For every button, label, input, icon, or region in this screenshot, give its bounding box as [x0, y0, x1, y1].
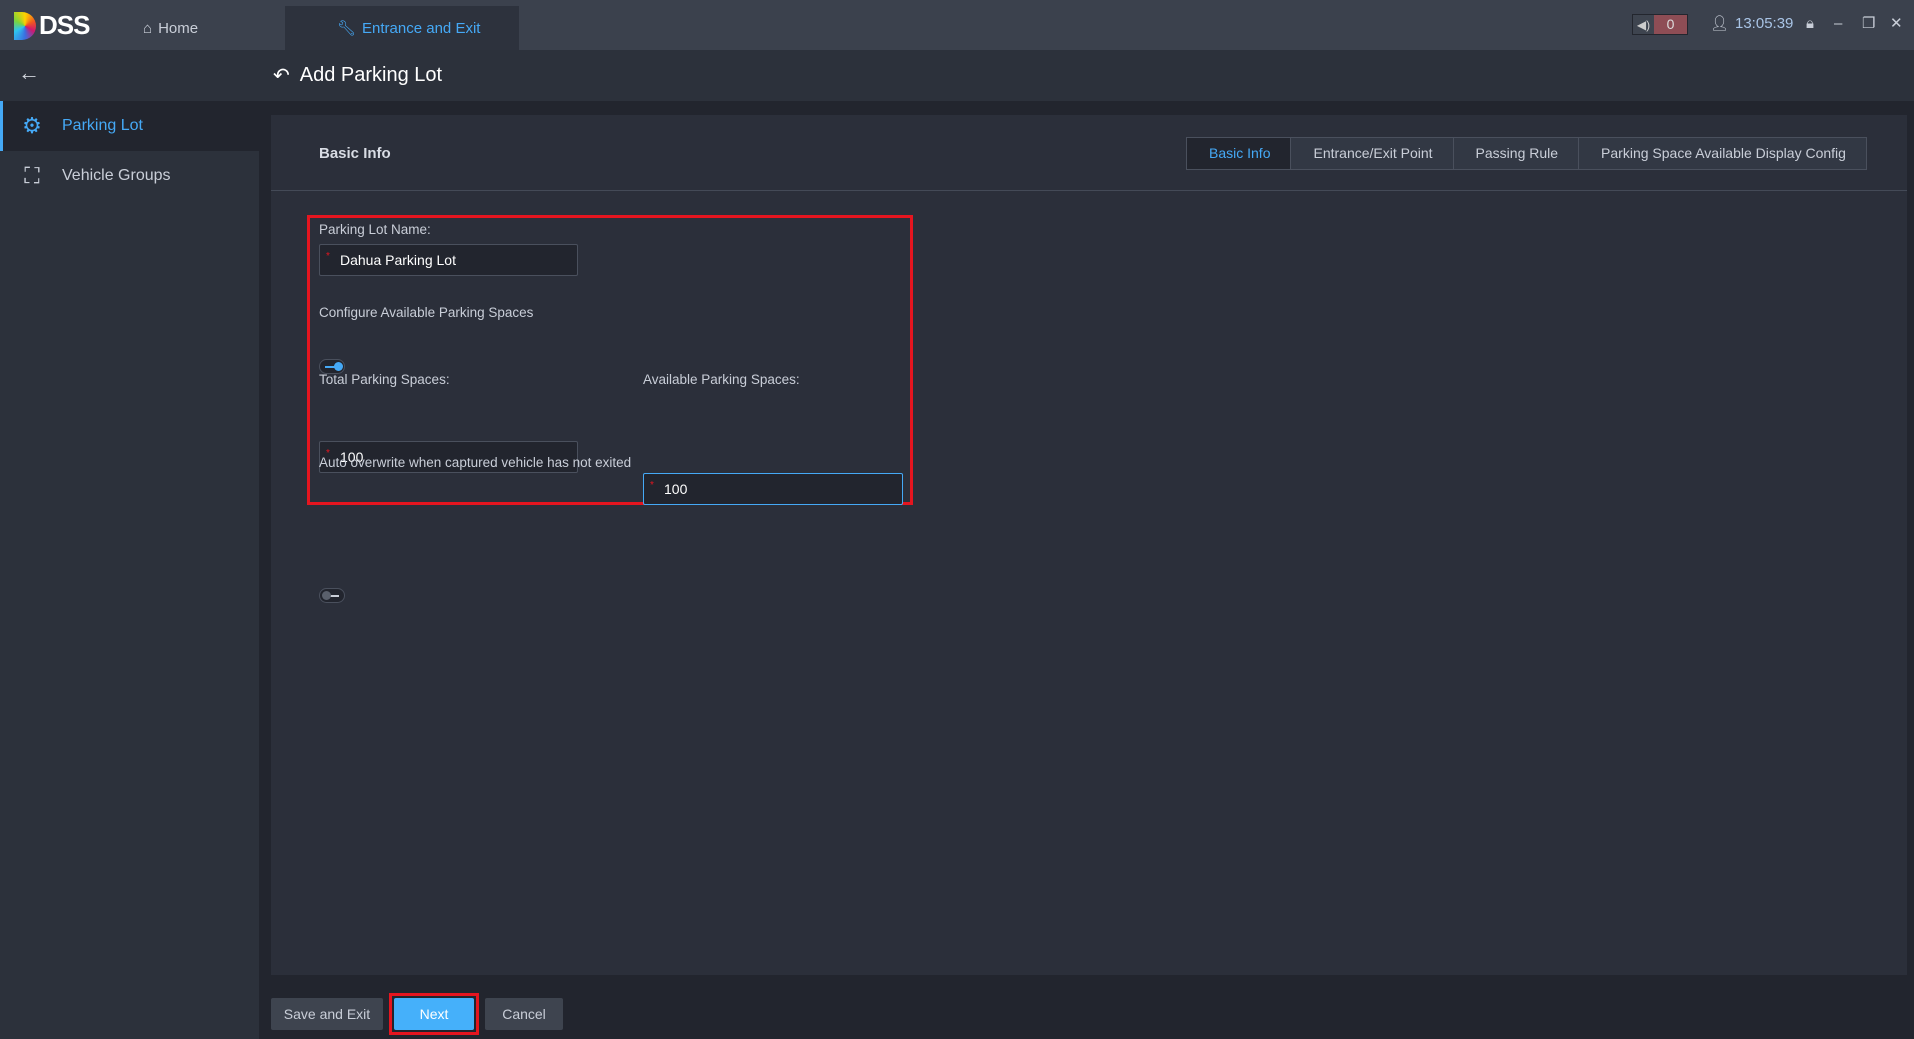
back-arrow-icon[interactable]: ←	[0, 50, 259, 101]
parking-lot-name-label: Parking Lot Name:	[319, 222, 431, 237]
step-navigation: Basic Info Entrance/Exit Point Passing R…	[1186, 137, 1867, 170]
available-spaces-label: Available Parking Spaces:	[643, 372, 800, 387]
total-spaces-label: Total Parking Spaces:	[319, 372, 450, 387]
restore-icon[interactable]: ❐	[1862, 14, 1875, 34]
page-title: Add Parking Lot	[299, 64, 443, 86]
dss-logo: DSS	[14, 10, 90, 41]
minimize-icon[interactable]: –	[1834, 14, 1842, 34]
sidebar-item-parking-lot[interactable]: ⚙︎ Parking Lot	[0, 101, 259, 151]
section-title: Basic Info	[319, 145, 391, 162]
step-display-config[interactable]: Parking Space Available Display Config	[1579, 138, 1866, 169]
step-entrance-exit-point[interactable]: Entrance/Exit Point	[1291, 138, 1454, 169]
user-icon[interactable]: 👤︎	[1710, 14, 1729, 34]
step-passing-rule[interactable]: Passing Rule	[1454, 138, 1580, 169]
title-bar: DSS ⌂ Home 🔧︎ Entrance and Exit ◀︎) 0 👤︎ 13…	[0, 0, 1914, 50]
tab-entrance-and-exit[interactable]: 🔧︎ Entrance and Exit	[285, 6, 519, 50]
sidebar-item-vehicle-groups[interactable]: ⛶ Vehicle Groups	[0, 151, 259, 201]
step-basic-info[interactable]: Basic Info	[1187, 138, 1292, 169]
save-and-exit-button[interactable]: Save and Exit	[271, 998, 383, 1030]
auto-overwrite-toggle[interactable]	[319, 588, 345, 603]
vehicle-groups-icon: ⛶	[24, 163, 40, 188]
alarm-button[interactable]: ◀︎) 0	[1632, 14, 1688, 35]
wrench-icon: 🔧︎	[337, 20, 357, 37]
next-button[interactable]: Next	[394, 998, 474, 1030]
sidebar: ← ⚙︎ Parking Lot ⛶ Vehicle Groups	[0, 50, 259, 1039]
parking-lot-icon: ⚙︎	[22, 113, 42, 138]
divider	[271, 190, 1907, 191]
speaker-icon: ◀︎)	[1633, 15, 1654, 34]
auto-overwrite-label: Auto overwrite when captured vehicle has…	[319, 455, 632, 470]
form-panel: Basic Info Basic Info Entrance/Exit Poin…	[271, 115, 1907, 975]
undo-back-icon[interactable]: ↶	[273, 63, 290, 88]
tab-home[interactable]: ⌂ Home	[143, 6, 198, 50]
parking-lot-name-input[interactable]: * Dahua Parking Lot	[319, 244, 578, 276]
home-icon: ⌂	[143, 19, 153, 37]
close-icon[interactable]: ✕	[1890, 14, 1903, 34]
configure-spaces-label: Configure Available Parking Spaces	[319, 305, 534, 320]
cancel-button[interactable]: Cancel	[485, 998, 563, 1030]
page-header: ↶ Add Parking Lot	[259, 50, 1914, 101]
lock-icon[interactable]: 🔒︎	[1806, 14, 1814, 34]
available-spaces-input[interactable]: * 100	[643, 473, 903, 505]
